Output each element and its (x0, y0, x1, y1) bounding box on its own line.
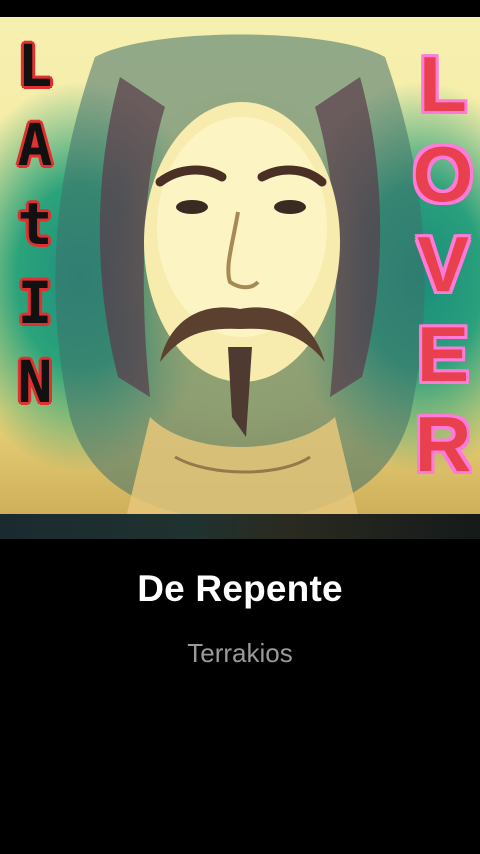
album-art-left-lettering: L A t I N (8, 37, 62, 432)
right-letter: E (416, 310, 470, 398)
right-letter: L (419, 40, 467, 128)
left-letter: N (17, 348, 53, 416)
album-art[interactable]: L A t I N L O V E R (0, 17, 480, 539)
track-title: De Repente (137, 568, 343, 609)
left-letter: L (17, 32, 53, 100)
track-artist[interactable]: Terrakios (0, 638, 480, 669)
right-letter: R (414, 400, 472, 488)
right-letter: O (412, 130, 474, 218)
left-letter: A (17, 111, 53, 179)
left-letter: I (17, 269, 53, 337)
now-playing-screen: L A t I N L O V E R De Repente Terrakios (0, 0, 480, 854)
album-art-right-lettering: L O V E R (410, 45, 476, 495)
right-letter: V (416, 220, 470, 308)
left-letter: t (17, 190, 53, 258)
album-art-bottom-strip (0, 514, 480, 539)
album-art-portrait (55, 34, 425, 522)
